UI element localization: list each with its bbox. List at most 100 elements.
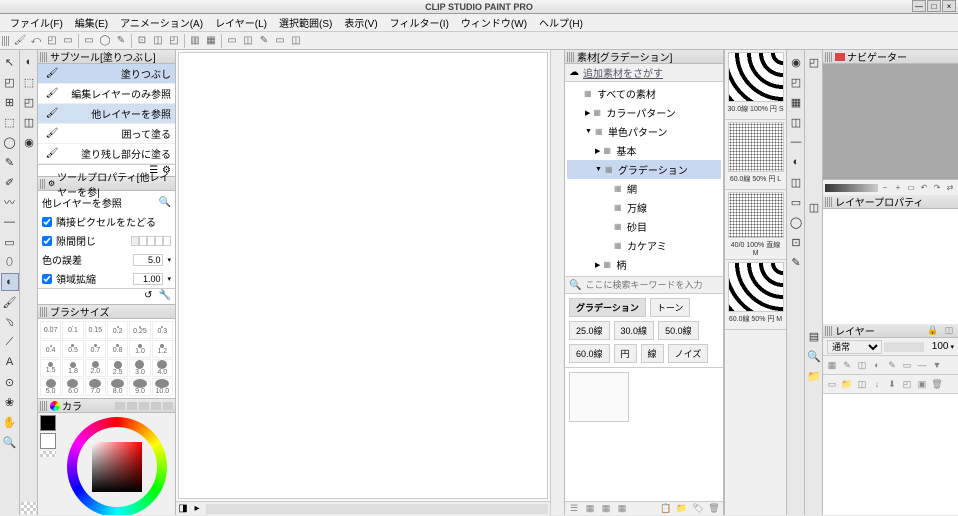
tag[interactable]: 円 bbox=[614, 344, 637, 363]
command-icon[interactable]: ◫ bbox=[240, 34, 256, 48]
maximize-button[interactable]: □ bbox=[927, 0, 941, 12]
command-icon[interactable]: ▭ bbox=[272, 34, 288, 48]
command-icon[interactable]: ✎ bbox=[113, 34, 129, 48]
material-header[interactable]: 素材[グラデーション] bbox=[565, 50, 723, 64]
tool-button[interactable]: ⟋ bbox=[1, 333, 19, 351]
layer-tab-icon[interactable]: ▤ bbox=[805, 327, 823, 345]
new-group-icon[interactable]: 📁 bbox=[840, 377, 854, 391]
tool-button[interactable]: ◰ bbox=[1, 73, 19, 91]
subtool-button[interactable]: ◰ bbox=[20, 93, 38, 111]
tag[interactable]: トーン bbox=[650, 298, 691, 317]
brush-size-cell[interactable]: 0.2 bbox=[107, 321, 128, 339]
view-small-icon[interactable]: ▦ bbox=[583, 502, 597, 516]
brush-size-cell[interactable]: 0.7 bbox=[85, 340, 106, 358]
tool-button[interactable]: ↖ bbox=[1, 53, 19, 71]
tree-item[interactable]: ▦すべての素材 bbox=[567, 84, 721, 103]
expand-value[interactable]: 1.00 bbox=[133, 273, 163, 285]
subtool-item[interactable]: 🖌編集レイヤーのみ参照 bbox=[38, 84, 175, 104]
subtool-button[interactable]: ⬚ bbox=[20, 73, 38, 91]
trash-icon[interactable]: 🗑 bbox=[707, 502, 721, 516]
brushsize-header[interactable]: ブラシサイズ bbox=[38, 305, 175, 319]
minimize-button[interactable]: — bbox=[912, 0, 926, 12]
brush-size-cell[interactable]: 5.0 bbox=[40, 378, 61, 396]
tolerance-value[interactable]: 5.0 bbox=[133, 254, 163, 266]
quick-access-icon[interactable]: ✎ bbox=[787, 253, 805, 271]
tool-button[interactable]: ⬚ bbox=[1, 113, 19, 131]
tool-button[interactable]: — bbox=[1, 213, 19, 231]
transparent-swatch[interactable] bbox=[40, 451, 56, 457]
lock-all-icon[interactable]: ▦ bbox=[825, 358, 839, 372]
brush-size-cell[interactable]: 0.4 bbox=[40, 340, 61, 358]
brush-size-cell[interactable]: 6.0 bbox=[62, 378, 83, 396]
zoom-slider[interactable] bbox=[825, 184, 878, 192]
material-thumb[interactable]: 60.0線 50% 円 L bbox=[725, 120, 786, 190]
command-icon[interactable]: ▥ bbox=[187, 34, 203, 48]
rotate-r-icon[interactable]: ↷ bbox=[931, 182, 943, 194]
subtool-button[interactable]: ◫ bbox=[20, 113, 38, 131]
tool-button[interactable]: A bbox=[1, 353, 19, 371]
paste-icon[interactable]: 📋 bbox=[659, 502, 673, 516]
tool-button[interactable]: ✐ bbox=[1, 173, 19, 191]
navigator-view[interactable] bbox=[823, 64, 958, 179]
opacity-value[interactable]: 100 bbox=[926, 341, 948, 352]
brush-size-cell[interactable]: 9.0 bbox=[129, 378, 150, 396]
mask-icon[interactable]: ▭ bbox=[900, 358, 914, 372]
prop-adjacent[interactable]: 隣接ピクセルをたどる bbox=[38, 212, 175, 231]
brush-size-cell[interactable]: 0.25 bbox=[129, 321, 150, 339]
tag-icon[interactable]: 🏷 bbox=[691, 502, 705, 516]
add-materials-link[interactable]: 追加素材をさがす bbox=[583, 65, 663, 80]
menu-item[interactable]: ウィンドウ(W) bbox=[455, 13, 533, 32]
command-icon[interactable]: ▭ bbox=[60, 34, 76, 48]
transparency-swatch[interactable] bbox=[21, 502, 37, 514]
menu-item[interactable]: 選択範囲(S) bbox=[273, 13, 338, 32]
merge-icon[interactable]: ⬇ bbox=[885, 377, 899, 391]
tree-item[interactable]: ▶▦カラーパターン bbox=[567, 103, 721, 122]
tree-item[interactable]: ▶▦柄 bbox=[567, 255, 721, 274]
layerprop-header[interactable]: レイヤープロパティ bbox=[823, 195, 958, 209]
tool-button[interactable]: ▭ bbox=[1, 233, 19, 251]
quick-access-icon[interactable]: ◫ bbox=[787, 113, 805, 131]
expand-checkbox[interactable] bbox=[42, 274, 52, 284]
quick-access-icon[interactable]: ◯ bbox=[787, 213, 805, 231]
subtool-button[interactable]: ◉ bbox=[20, 133, 38, 151]
opacity-slider[interactable] bbox=[884, 342, 924, 352]
draft-icon[interactable]: ✎ bbox=[885, 358, 899, 372]
tool-button[interactable]: ◐ bbox=[1, 273, 19, 291]
color-header[interactable]: カラ bbox=[38, 399, 175, 413]
menu-item[interactable]: 編集(E) bbox=[69, 13, 114, 32]
canvas-scrollbar-h[interactable]: ◨ ▸ bbox=[176, 501, 550, 515]
foreground-color[interactable] bbox=[40, 415, 56, 431]
command-icon[interactable]: ▭ bbox=[81, 34, 97, 48]
magnifier-icon[interactable]: 🔍 bbox=[159, 197, 171, 208]
brush-size-cell[interactable]: 0.07 bbox=[40, 321, 61, 339]
navigator-header[interactable]: ナビゲーター bbox=[823, 50, 958, 64]
navigator-zoom-bar[interactable]: − + ▭ ↶ ↷ ⇄ bbox=[823, 179, 958, 195]
tag[interactable]: ノイズ bbox=[668, 344, 709, 363]
layers-header[interactable]: レイヤー 🔒 ◫ bbox=[823, 324, 958, 338]
menu-item[interactable]: フィルター(I) bbox=[384, 13, 455, 32]
tree-item[interactable]: ▼▦単色パターン bbox=[567, 122, 721, 141]
command-icon[interactable]: ▭ bbox=[224, 34, 240, 48]
brush-size-cell[interactable]: 3.0 bbox=[129, 359, 150, 377]
transfer-icon[interactable]: ↓ bbox=[870, 377, 884, 391]
close-button[interactable]: × bbox=[942, 0, 956, 12]
menu-item[interactable]: アニメーション(A) bbox=[114, 13, 209, 32]
navigator-tab-icon[interactable]: ◰ bbox=[805, 53, 823, 71]
brush-size-cell[interactable]: 0.15 bbox=[85, 321, 106, 339]
tree-item[interactable]: ▦万線 bbox=[567, 198, 721, 217]
brush-size-cell[interactable]: 0.5 bbox=[62, 340, 83, 358]
brush-size-cell[interactable]: 0.3 bbox=[152, 321, 173, 339]
prop-expand[interactable]: 領域拡縮 1.00 ▾ bbox=[38, 269, 175, 288]
tag[interactable]: 25.0線 bbox=[569, 321, 610, 340]
tree-item[interactable]: ▦網 bbox=[567, 179, 721, 198]
quick-access-icon[interactable]: ▦ bbox=[787, 93, 805, 111]
zoom-out-icon[interactable]: − bbox=[879, 182, 891, 194]
tool-button[interactable]: ⊙ bbox=[1, 373, 19, 391]
command-icon[interactable]: ◰ bbox=[166, 34, 182, 48]
subtool-item[interactable]: 🖌囲って塗る bbox=[38, 124, 175, 144]
subtool-header[interactable]: サブツール[塗りつぶし] bbox=[38, 50, 175, 64]
view-list-icon[interactable]: ☰ bbox=[567, 502, 581, 516]
layerprop-tab-icon[interactable]: ◫ bbox=[805, 198, 823, 216]
command-icon[interactable]: ◯ bbox=[97, 34, 113, 48]
brush-size-cell[interactable]: 2.0 bbox=[85, 359, 106, 377]
